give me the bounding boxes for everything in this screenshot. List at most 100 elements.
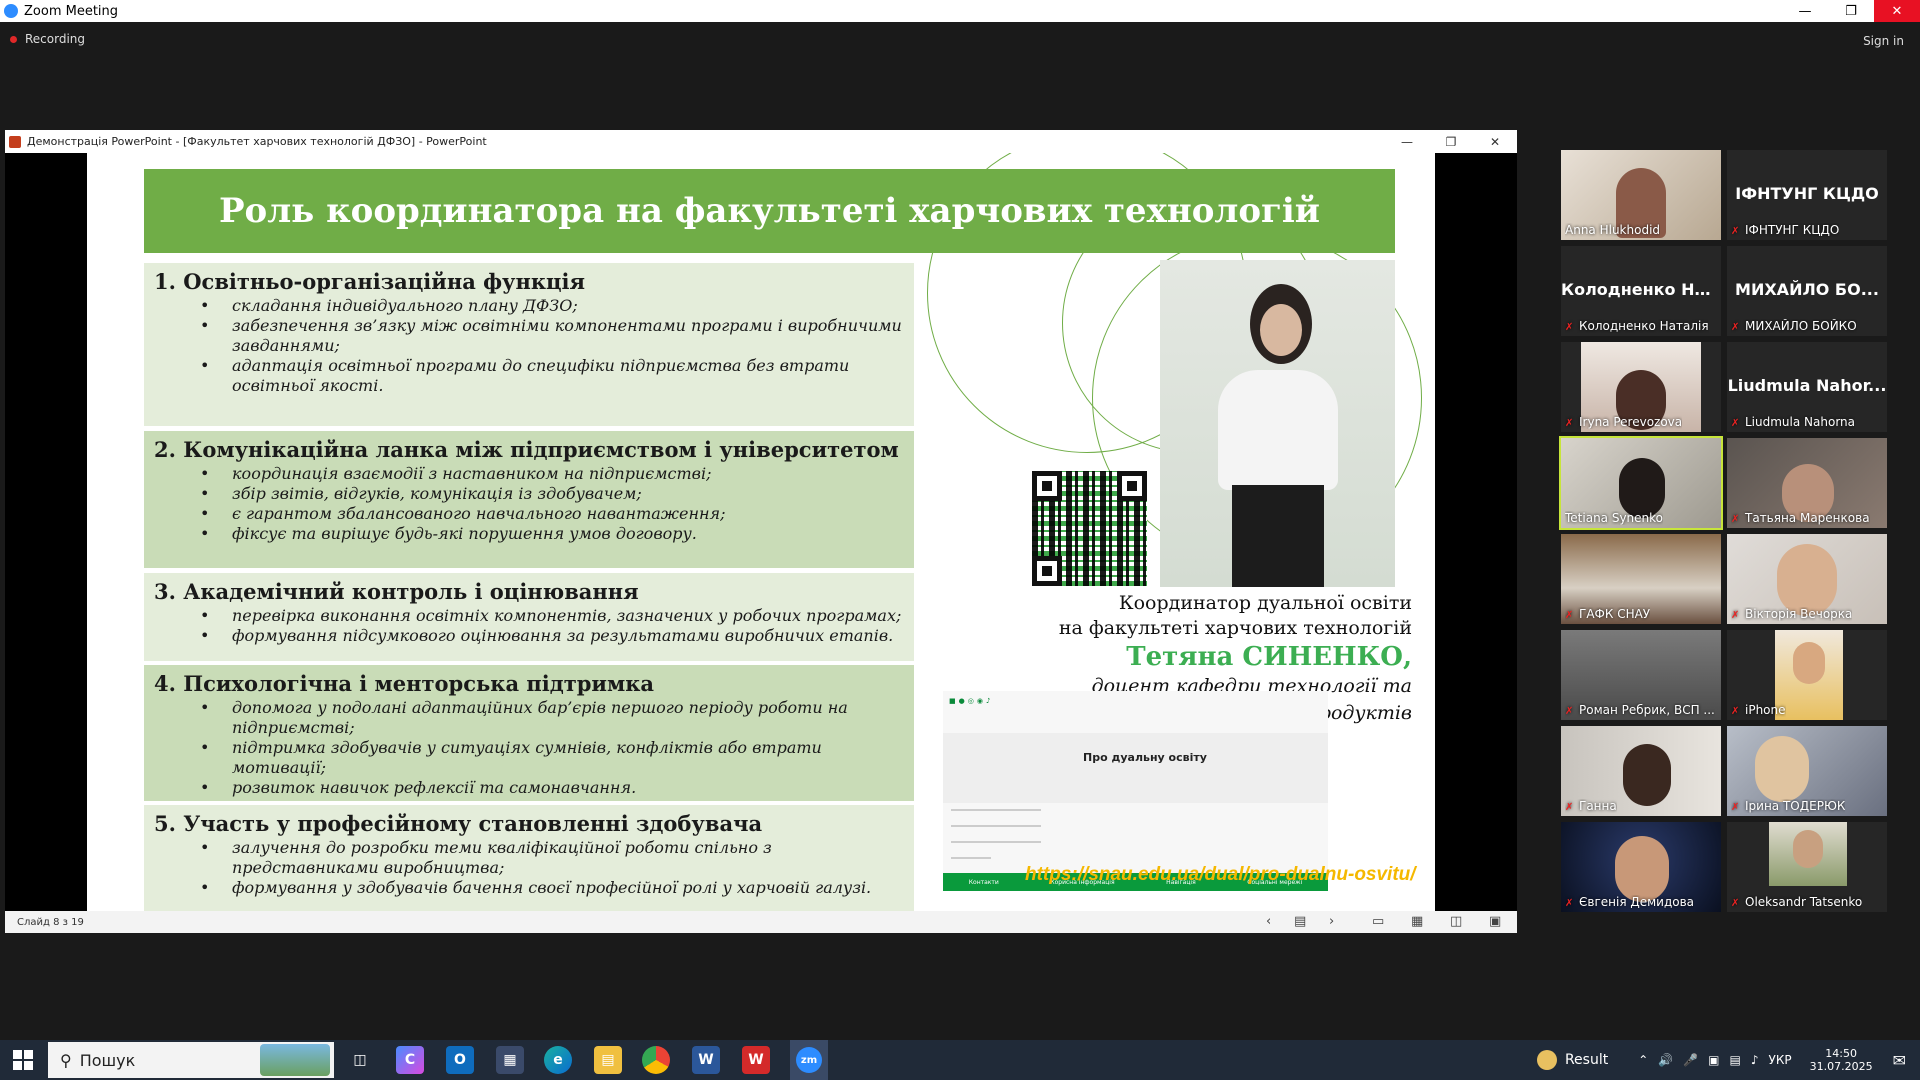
next-slide-icon[interactable]: › — [1329, 914, 1334, 929]
restore-icon[interactable]: ❐ — [1828, 0, 1874, 22]
search-icon: ⚲ — [60, 1050, 72, 1070]
minimize-icon[interactable]: — — [1782, 0, 1828, 22]
taskbar-search-box[interactable]: ⚲ Пошук — [48, 1042, 334, 1078]
section-item: формування у здобувачів бачення своєї пр… — [200, 878, 914, 898]
participant-name: ✗ iPhone — [1731, 703, 1786, 717]
participant-name: ✗ МИХАЙЛО БОЙКО — [1731, 319, 1857, 333]
website-url[interactable]: https://snau.edu.ua/dual/pro-dualnu-osvi… — [1025, 864, 1425, 886]
coordinator-name: Тетяна СИНЕНКО, — [1126, 642, 1412, 672]
muted-mic-icon: ✗ — [1731, 226, 1740, 237]
chrome-icon[interactable] — [642, 1046, 670, 1074]
slide-menu-icon[interactable]: ▤ — [1294, 914, 1306, 929]
participant-name: ✗ ГАФК СНАУ — [1565, 607, 1651, 621]
previous-slide-icon[interactable]: ‹ — [1266, 914, 1271, 929]
section-item: підтримка здобувачів у ситуаціях сумніві… — [200, 738, 914, 778]
participant-tile[interactable]: ✗ Oleksandr Tatsenko — [1727, 822, 1887, 912]
chevron-up-icon[interactable]: ⌃ — [1638, 1053, 1648, 1067]
zoom-taskbar-button[interactable]: zm — [790, 1040, 828, 1080]
task-view-icon[interactable]: ◫ — [346, 1046, 374, 1074]
wps-office-icon[interactable]: W — [742, 1046, 770, 1074]
network-icon[interactable]: ▤ — [1730, 1053, 1741, 1067]
participant-tile[interactable]: Liudmula Nahor... ✗ Liudmula Nahorna — [1727, 342, 1887, 432]
store-icon[interactable]: ▦ — [496, 1046, 524, 1074]
file-explorer-icon[interactable]: ▤ — [594, 1046, 622, 1074]
section-title: 2. Комунікаційна ланка між підприємством… — [154, 437, 899, 462]
muted-mic-icon: ✗ — [1565, 322, 1574, 333]
search-highlight-image — [260, 1044, 330, 1076]
participant-name: Tetiana Synenko — [1565, 511, 1664, 525]
windows-taskbar: ⚲ Пошук ◫ C O ▦ e ▤ W W zm Result ⌃ 🔊 🎤 … — [0, 1040, 1920, 1080]
participant-tile[interactable]: ✗ Ірина ТОДЕРЮК — [1727, 726, 1887, 816]
participant-big-name: Liudmula Nahor... — [1727, 376, 1887, 395]
microphone-icon[interactable]: 🎤 — [1683, 1053, 1698, 1067]
muted-mic-icon: ✗ — [1565, 706, 1574, 717]
participant-tile[interactable]: ІФНТУНГ КЦДО ✗ ІФНТУНГ КЦДО — [1727, 150, 1887, 240]
normal-view-icon[interactable]: ▭ — [1372, 914, 1384, 929]
ppt-close-icon[interactable]: ✕ — [1473, 130, 1517, 153]
website-menu-line — [951, 841, 1041, 843]
muted-mic-icon: ✗ — [1731, 898, 1740, 909]
language-indicator[interactable]: УКР — [1769, 1053, 1792, 1067]
slideshow-icon[interactable]: ▣ — [1489, 914, 1501, 929]
participant-tile[interactable]: ✗ Татьяна Маренкова — [1727, 438, 1887, 528]
weather-icon[interactable] — [1536, 1050, 1557, 1070]
website-title: Про дуальну освіту — [1083, 751, 1207, 764]
section-item: складання індивідуального плану ДФЗО; — [200, 296, 914, 316]
notification-icon[interactable]: ✉ — [1893, 1051, 1906, 1070]
close-icon[interactable]: ✕ — [1874, 0, 1920, 22]
reading-view-icon[interactable]: ◫ — [1450, 914, 1462, 929]
clock[interactable]: 14:50 31.07.2025 — [1810, 1047, 1873, 1073]
participant-tile[interactable]: ✗ Iryna Perevozova — [1561, 342, 1721, 432]
qr-code-icon — [1032, 471, 1147, 586]
participant-tile[interactable]: ✗ iPhone — [1727, 630, 1887, 720]
speaker-icon[interactable]: 🔊 — [1658, 1053, 1673, 1067]
section-item: фіксує та вирішує будь-які порушення умо… — [200, 524, 914, 544]
participant-name: ✗ Oleksandr Tatsenko — [1731, 895, 1863, 909]
participant-name: ✗ Роман Ребрик, ВСП ... — [1565, 703, 1715, 717]
website-menu-line — [951, 857, 991, 859]
participant-tile[interactable]: МИХАЙЛО БО... ✗ МИХАЙЛО БОЙКО — [1727, 246, 1887, 336]
muted-mic-icon: ✗ — [1731, 322, 1740, 333]
volume-icon[interactable]: ♪ — [1751, 1053, 1759, 1067]
participant-big-name: Колодненко На... — [1561, 280, 1721, 299]
participant-tile[interactable]: Колодненко На... ✗ Колодненко Наталія — [1561, 246, 1721, 336]
outlook-icon[interactable]: O — [446, 1046, 474, 1074]
social-icons: ■●◎◉♪ — [949, 697, 994, 705]
section-2: 2. Комунікаційна ланка між підприємством… — [144, 431, 914, 568]
participant-tile[interactable]: Anna Hlukhodid — [1561, 150, 1721, 240]
participant-name: ✗ Liudmula Nahorna — [1731, 415, 1855, 429]
weather-label[interactable]: Result — [1565, 1052, 1608, 1068]
muted-mic-icon: ✗ — [1731, 418, 1740, 429]
participant-tile[interactable]: ✗ Вікторія Вечорка — [1727, 534, 1887, 624]
section-item: залучення до розробки теми кваліфікаційн… — [200, 838, 914, 878]
section-4: 4. Психологічна і менторська підтримка д… — [144, 665, 914, 801]
website-menu-line — [951, 825, 1041, 827]
section-item: є гарантом збалансованого навчального на… — [200, 504, 914, 524]
participant-tile[interactable]: ✗ Євгенія Демидова — [1561, 822, 1721, 912]
participant-tile[interactable]: ✗ Роман Ребрик, ВСП ... — [1561, 630, 1721, 720]
search-placeholder: Пошук — [79, 1050, 136, 1070]
windows-start-icon[interactable] — [13, 1050, 33, 1070]
section-item: збір звітів, відгуків, комунікація із зд… — [200, 484, 914, 504]
participant-tile[interactable]: ✗ ГАФК СНАУ — [1561, 534, 1721, 624]
participant-big-name: ІФНТУНГ КЦДО — [1735, 184, 1879, 203]
recording-indicator[interactable]: Recording — [10, 32, 85, 46]
powerpoint-title-bar: Демонстрація PowerPoint - [Факультет хар… — [5, 130, 1517, 153]
camera-icon[interactable]: ▣ — [1708, 1053, 1719, 1067]
section-title: 5. Участь у професійному становленні здо… — [154, 811, 763, 836]
muted-mic-icon: ✗ — [1565, 418, 1574, 429]
sign-in-button[interactable]: Sign in — [1863, 34, 1904, 48]
muted-mic-icon: ✗ — [1731, 706, 1740, 717]
coordinator-line1: Координатор дуальної освіти — [1118, 592, 1412, 614]
section-item: забезпечення зв’язку між освітніми компо… — [200, 316, 914, 356]
participant-tile-active-speaker[interactable]: Tetiana Synenko — [1559, 436, 1723, 530]
section-5: 5. Участь у професійному становленні здо… — [144, 805, 914, 911]
powerpoint-window: Демонстрація PowerPoint - [Факультет хар… — [5, 130, 1517, 933]
slide-sorter-icon[interactable]: ▦ — [1411, 914, 1423, 929]
ppt-restore-icon[interactable]: ❐ — [1429, 130, 1473, 153]
participant-tile[interactable]: ✗ Ганна — [1561, 726, 1721, 816]
copilot-icon[interactable]: C — [396, 1046, 424, 1074]
ppt-minimize-icon[interactable]: — — [1385, 130, 1429, 153]
word-icon[interactable]: W — [692, 1046, 720, 1074]
edge-icon[interactable]: e — [544, 1046, 572, 1074]
